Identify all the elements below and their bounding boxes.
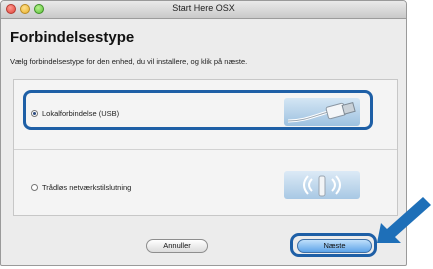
title-bar: Start Here OSX (1, 1, 406, 19)
page-title: Forbindelsestype (10, 29, 135, 46)
page-description: Vælg forbindelsestype for den enhed, du … (10, 57, 248, 66)
option-wireless[interactable]: Trådløs netværkstilslutning (31, 183, 131, 192)
window-title: Start Here OSX (172, 3, 235, 13)
installer-window: Start Here OSX Forbindelsestype Vælg for… (0, 0, 407, 266)
next-button-highlight (290, 233, 377, 257)
usb-option-highlight (23, 90, 373, 130)
options-divider (14, 149, 397, 150)
option-wireless-label: Trådløs netværkstilslutning (42, 183, 132, 192)
radio-wireless[interactable] (31, 184, 38, 191)
pointer-arrow-icon (377, 197, 431, 243)
wireless-icon (284, 171, 360, 199)
cancel-button[interactable]: Annuller (146, 239, 208, 253)
